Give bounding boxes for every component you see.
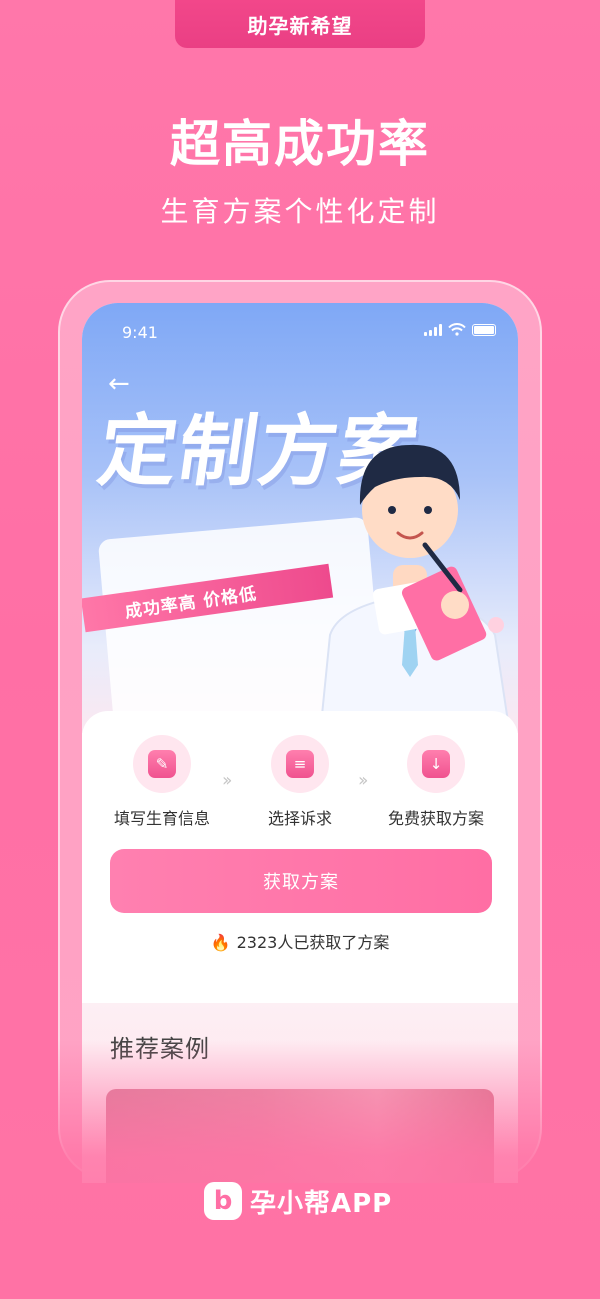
doctor-illustration	[318, 444, 512, 735]
list-icon: ≡	[286, 750, 314, 778]
step-fill-info[interactable]: ✎ 填写生育信息	[102, 735, 222, 829]
step-get-plan[interactable]: ↓ 免费获取方案	[376, 735, 496, 829]
get-plan-button-label: 获取方案	[263, 872, 339, 893]
brand-logo: b 孕小帮APP	[204, 1178, 392, 1224]
headline: 超高成功率	[170, 115, 430, 173]
step-label: 填写生育信息	[113, 809, 210, 828]
hero-banner: 9:41 ← 定制方案 成功率高 价格低	[82, 303, 518, 740]
counter-text: 2323人已获取了方案	[236, 933, 390, 952]
signal-icon	[424, 323, 442, 336]
status-time: 9:41	[122, 323, 158, 342]
step-label: 免费获取方案	[387, 809, 484, 828]
steps: ✎ 填写生育信息 ›› ≡ 选择诉求 ›› ↓ 免费获取方案	[82, 735, 518, 828]
brand-name: 孕小帮APP	[250, 1188, 393, 1219]
step-label: 选择诉求	[267, 809, 332, 828]
status-icons	[424, 323, 496, 336]
step-choose-need[interactable]: ≡ 选择诉求	[240, 735, 360, 829]
download-icon: ↓	[422, 750, 450, 778]
top-badge: 助孕新希望	[175, 0, 425, 48]
bottom-fade	[0, 1040, 600, 1299]
chevrons-right-icon: ››	[358, 770, 369, 791]
flame-icon: 🔥	[210, 933, 231, 952]
top-badge-label: 助孕新希望	[247, 13, 353, 38]
pencil-icon: ✎	[148, 750, 176, 778]
get-plan-button[interactable]: 获取方案	[110, 849, 492, 913]
steps-panel: ✎ 填写生育信息 ›› ≡ 选择诉求 ›› ↓ 免费获取方案 获取方案 🔥 23…	[82, 711, 518, 1011]
brand-mark: b	[204, 1182, 242, 1220]
battery-icon	[472, 323, 496, 336]
wifi-icon	[448, 323, 466, 336]
chevrons-right-icon: ››	[222, 770, 233, 791]
plan-counter: 🔥 2323人已获取了方案	[82, 929, 518, 953]
subline: 生育方案个性化定制	[160, 195, 440, 228]
